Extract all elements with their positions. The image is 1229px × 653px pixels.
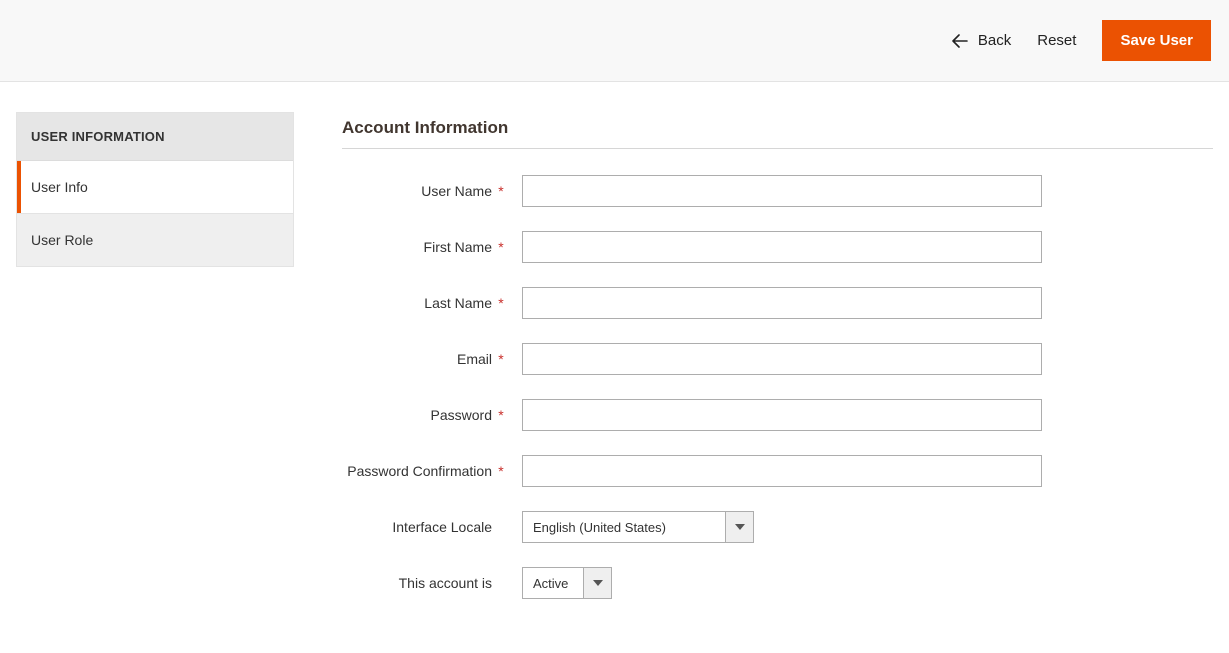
password-input[interactable] [522,399,1042,431]
email-input[interactable] [522,343,1042,375]
header-toolbar: Back Reset Save User [0,0,1229,82]
password-confirmation-input[interactable] [522,455,1042,487]
account-status-select[interactable]: Active [522,567,612,599]
save-user-label: Save User [1120,32,1193,49]
reset-button[interactable]: Reset [1037,32,1076,49]
field-label: Last Name [424,295,492,311]
sidebar-item-user-info[interactable]: User Info [17,161,293,214]
field-label: This account is [399,575,492,591]
field-last-name: Last Name * [342,287,1213,319]
arrow-left-icon [952,34,968,48]
last-name-input[interactable] [522,287,1042,319]
form-content: Account Information User Name * First Na… [342,112,1213,623]
field-password: Password * [342,399,1213,431]
field-user-name: User Name * [342,175,1213,207]
sidebar-item-user-role[interactable]: User Role [17,214,293,266]
chevron-down-icon [583,568,611,598]
required-icon: * [496,463,506,479]
select-value: Active [523,568,583,598]
back-label: Back [978,32,1011,49]
field-label: Email [457,351,492,367]
main-content: USER INFORMATION User Info User Role Acc… [0,82,1229,653]
sidebar-item-label: User Role [31,232,93,248]
sidebar: USER INFORMATION User Info User Role [16,112,294,267]
first-name-input[interactable] [522,231,1042,263]
required-icon: * [496,239,506,255]
sidebar-item-label: User Info [31,179,88,195]
save-user-button[interactable]: Save User [1102,20,1211,61]
field-first-name: First Name * [342,231,1213,263]
field-email: Email * [342,343,1213,375]
field-label: Password Confirmation [347,463,492,479]
required-icon: * [496,295,506,311]
field-label: Interface Locale [392,519,492,535]
select-value: English (United States) [523,512,725,542]
required-icon: * [496,351,506,367]
reset-label: Reset [1037,32,1076,49]
chevron-down-icon [725,512,753,542]
back-button[interactable]: Back [952,32,1011,49]
field-label: Password [431,407,492,423]
section-title: Account Information [342,118,1213,149]
field-label: First Name [424,239,492,255]
field-password-confirmation: Password Confirmation * [342,455,1213,487]
field-account-status: This account is * Active [342,567,1213,599]
sidebar-title: USER INFORMATION [17,113,293,161]
field-interface-locale: Interface Locale * English (United State… [342,511,1213,543]
field-label: User Name [421,183,492,199]
user-name-input[interactable] [522,175,1042,207]
required-icon: * [496,183,506,199]
interface-locale-select[interactable]: English (United States) [522,511,754,543]
required-icon: * [496,407,506,423]
